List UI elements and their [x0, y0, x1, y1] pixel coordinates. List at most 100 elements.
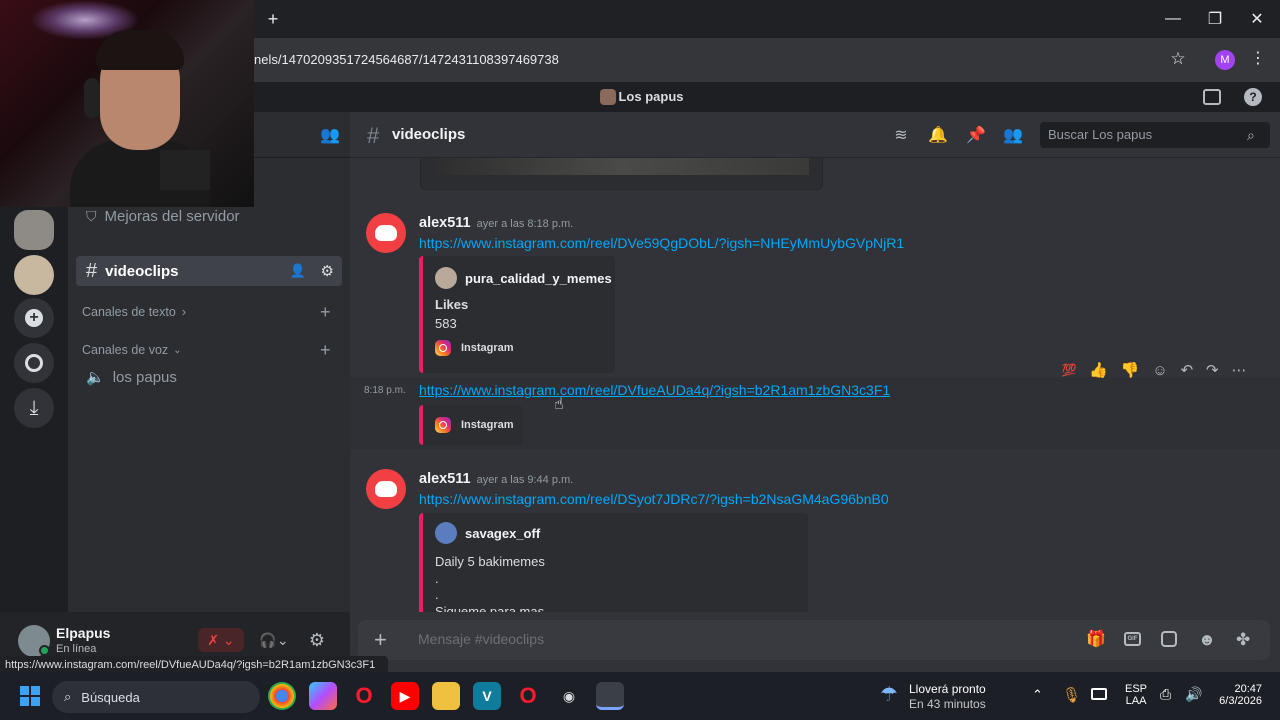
gear-icon[interactable]: ⚙	[321, 262, 334, 280]
embed-description-line: Sigueme para mas	[435, 604, 545, 612]
discover-icon[interactable]	[14, 343, 54, 383]
volume-icon[interactable]: 🔊	[1185, 686, 1202, 703]
invite-icon[interactable]: 👥	[320, 125, 340, 145]
shield-icon: ⛉	[86, 207, 97, 224]
headphones-icon[interactable]: 🎧⌄	[252, 628, 296, 652]
message-time: 8:18 p.m.	[364, 385, 406, 396]
attach-plus-icon[interactable]: +	[374, 627, 387, 653]
thumbs-down-icon[interactable]: 👎	[1121, 361, 1140, 379]
message-author[interactable]: alex511 ayer a las 9:44 p.m.	[419, 471, 573, 487]
user-settings-gear-icon[interactable]: ⚙	[305, 628, 329, 652]
obs-icon[interactable]: ◉	[555, 682, 583, 710]
link-embed: Instagram	[419, 405, 523, 445]
help-icon[interactable]: ?	[1244, 88, 1262, 106]
maximize-button[interactable]: ❐	[1192, 0, 1238, 38]
opera-icon[interactable]: O	[350, 682, 378, 710]
hand-cursor-icon: ☝	[554, 396, 564, 413]
message-hovered: 8:18 p.m. https://www.instagram.com/reel…	[350, 377, 1280, 449]
add-reaction-icon[interactable]: ☺	[1152, 362, 1167, 379]
download-icon[interactable]: ⤓	[14, 388, 54, 428]
reply-icon[interactable]: ↶	[1181, 361, 1194, 379]
chrome-active-icon[interactable]	[596, 682, 624, 710]
clock[interactable]: 20:47 6/3/2026	[1210, 683, 1262, 707]
bookmark-star-icon[interactable]: ☆	[1166, 47, 1190, 71]
category-text-channels[interactable]: Canales de texto ›	[82, 305, 186, 319]
instagram-icon	[435, 417, 451, 433]
embed-title: Likes	[435, 297, 469, 312]
keyboard-icon[interactable]	[1091, 688, 1107, 700]
message: alex511 ayer a las 8:18 p.m. https://www.…	[350, 210, 1280, 375]
embed-description-line: .	[435, 571, 439, 586]
windows-start-icon[interactable]	[20, 686, 40, 706]
streamer-hair	[96, 30, 184, 70]
inbox-icon[interactable]	[1203, 89, 1221, 105]
category-voice-channels[interactable]: Canales de voz ⌄	[82, 343, 182, 357]
notification-bell-icon[interactable]: 🔔	[928, 126, 948, 146]
apps-icon[interactable]: ✤	[1236, 630, 1250, 650]
voice-channel-los-papus[interactable]: 🔈 los papus	[76, 362, 342, 392]
copilot-icon[interactable]	[309, 682, 337, 710]
microphone-icon[interactable]: 🎙	[1062, 686, 1081, 704]
server-avatar-icon	[600, 89, 616, 105]
sidebar-item-videoclips[interactable]: # videoclips 👤 ⚙	[76, 256, 342, 286]
user-status: En línea	[56, 643, 97, 655]
message: alex511 ayer a las 9:44 p.m. https://www.…	[350, 466, 1280, 612]
speaker-icon: 🔈	[86, 369, 105, 386]
network-icon[interactable]: ⎙	[1160, 686, 1171, 703]
embed-description-line: .	[435, 587, 439, 602]
pin-icon[interactable]: 📌	[966, 126, 986, 146]
profile-avatar[interactable]: M	[1215, 50, 1235, 70]
message-link[interactable]: https://www.instagram.com/reel/DSyot7JDR…	[419, 491, 889, 507]
url-field[interactable]: nels/1470209351724564687/147243110839746…	[254, 45, 1194, 75]
browser-menu-icon[interactable]: ⋮	[1250, 48, 1266, 70]
message-link[interactable]: https://www.instagram.com/reel/DVfueAUDa…	[419, 382, 890, 398]
file-explorer-icon[interactable]	[432, 682, 460, 710]
webcam-overlay	[0, 0, 254, 207]
embed-author-avatar	[435, 522, 457, 544]
more-icon[interactable]: ⋯	[1232, 361, 1247, 379]
add-voice-channel-icon[interactable]: +	[320, 340, 331, 361]
embed-author[interactable]: pura_calidad_y_memes	[435, 267, 612, 289]
weather-forecast[interactable]: Lloverá pronto	[909, 682, 986, 696]
vegas-icon[interactable]: V	[473, 682, 501, 710]
chrome-icon[interactable]	[268, 682, 296, 710]
youtube-icon[interactable]: ▶	[391, 682, 419, 710]
gift-icon[interactable]: 🎁	[1086, 629, 1106, 649]
sticker-icon[interactable]	[1161, 631, 1177, 647]
opera-gx-icon[interactable]: O	[514, 682, 542, 710]
minimize-button[interactable]: —	[1150, 0, 1196, 38]
chevron-right-icon: ›	[181, 305, 186, 319]
search-input[interactable]: Buscar Los papus	[1040, 122, 1270, 148]
server-icon[interactable]	[14, 255, 54, 295]
gif-icon[interactable]: GIF	[1124, 632, 1141, 646]
message-input[interactable]: Mensaje #videoclips	[418, 631, 544, 647]
instagram-icon	[435, 340, 451, 356]
emoji-icon[interactable]: ☻	[1198, 630, 1216, 650]
hash-icon: #	[367, 123, 380, 148]
chevron-up-icon[interactable]: ⌃	[1032, 687, 1043, 703]
microphone	[160, 150, 210, 190]
threads-icon[interactable]: ≋	[891, 126, 911, 146]
message-link[interactable]: https://www.instagram.com/reel/DVe59QgDO…	[419, 235, 904, 251]
discord-avatar-icon[interactable]	[366, 213, 406, 253]
discord-avatar-icon[interactable]	[366, 469, 406, 509]
message-author[interactable]: alex511 ayer a las 8:18 p.m.	[419, 215, 573, 231]
server-icon[interactable]	[14, 210, 54, 250]
username: Elpapus	[56, 625, 111, 641]
forward-icon[interactable]: ↷	[1206, 361, 1219, 379]
embed-author[interactable]: savagex_off	[435, 522, 540, 544]
thumbs-up-icon[interactable]: 👍	[1089, 361, 1108, 379]
add-server-icon[interactable]: +	[14, 298, 54, 338]
add-member-icon[interactable]: 👤	[290, 263, 306, 279]
new-tab-button[interactable]: +	[262, 8, 284, 30]
mute-mic-icon[interactable]: ✗ ⌄	[198, 628, 244, 652]
close-button[interactable]: ✕	[1234, 0, 1280, 38]
video-thumbnail[interactable]	[435, 157, 809, 175]
language-indicator[interactable]: ESP LAA	[1125, 683, 1147, 707]
add-channel-icon[interactable]: +	[320, 302, 331, 323]
embed-author-avatar	[435, 267, 457, 289]
100-emoji-icon[interactable]: 💯	[1061, 363, 1076, 377]
taskbar-search[interactable]: ⌕ Búsqueda	[52, 681, 260, 713]
message-timestamp: ayer a las 8:18 p.m.	[476, 218, 574, 230]
member-list-icon[interactable]: 👥	[1003, 126, 1023, 146]
